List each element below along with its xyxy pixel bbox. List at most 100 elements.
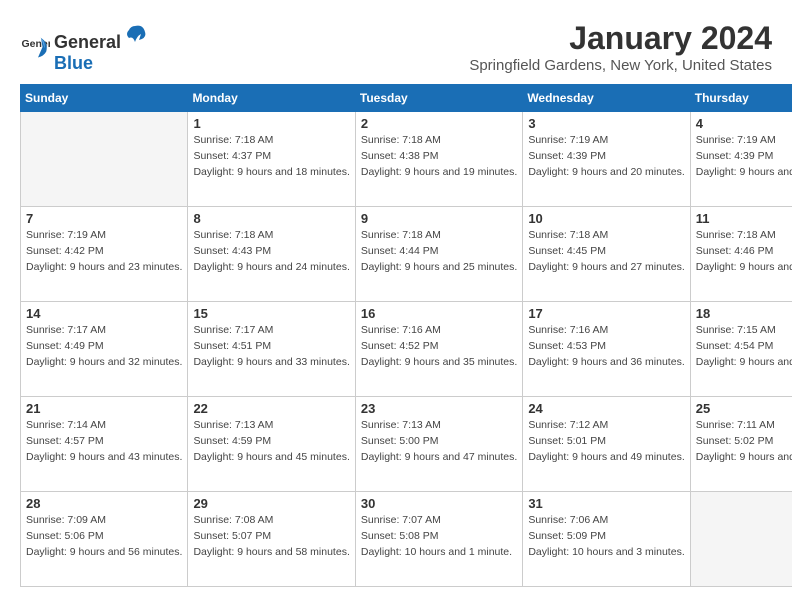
cell-info: Sunrise: 7:16 AM Sunset: 4:53 PM Dayligh… xyxy=(528,323,684,370)
daylight-text: Daylight: 9 hours and 35 minutes. xyxy=(361,355,517,371)
calendar-cell xyxy=(21,112,188,207)
daylight-text: Daylight: 9 hours and 32 minutes. xyxy=(26,355,182,371)
calendar-cell: 23 Sunrise: 7:13 AM Sunset: 5:00 PM Dayl… xyxy=(355,397,522,492)
sunrise-text: Sunrise: 7:16 AM xyxy=(528,323,684,339)
daylight-text: Daylight: 9 hours and 20 minutes. xyxy=(528,165,684,181)
sunrise-text: Sunrise: 7:07 AM xyxy=(361,513,517,529)
logo-text-general: General xyxy=(54,32,121,53)
daylight-text: Daylight: 9 hours and 56 minutes. xyxy=(26,545,182,561)
sunrise-text: Sunrise: 7:18 AM xyxy=(361,133,517,149)
cell-info: Sunrise: 7:15 AM Sunset: 4:54 PM Dayligh… xyxy=(696,323,792,370)
calendar-week-4: 28 Sunrise: 7:09 AM Sunset: 5:06 PM Dayl… xyxy=(21,492,792,587)
cell-info: Sunrise: 7:09 AM Sunset: 5:06 PM Dayligh… xyxy=(26,513,182,560)
cell-info: Sunrise: 7:18 AM Sunset: 4:43 PM Dayligh… xyxy=(193,228,349,275)
day-number: 30 xyxy=(361,496,517,511)
sunset-text: Sunset: 4:59 PM xyxy=(193,434,349,450)
day-number: 2 xyxy=(361,116,517,131)
sunset-text: Sunset: 4:46 PM xyxy=(696,244,792,260)
day-number: 16 xyxy=(361,306,517,321)
day-number: 10 xyxy=(528,211,684,226)
calendar-cell: 22 Sunrise: 7:13 AM Sunset: 4:59 PM Dayl… xyxy=(188,397,355,492)
daylight-text: Daylight: 9 hours and 19 minutes. xyxy=(361,165,517,181)
cell-info: Sunrise: 7:18 AM Sunset: 4:37 PM Dayligh… xyxy=(193,133,349,180)
day-header-wednesday: Wednesday xyxy=(523,85,690,112)
sunrise-text: Sunrise: 7:19 AM xyxy=(26,228,182,244)
calendar-cell: 30 Sunrise: 7:07 AM Sunset: 5:08 PM Dayl… xyxy=(355,492,522,587)
title-section: January 2024 Springfield Gardens, New Yo… xyxy=(469,20,772,74)
calendar-cell: 3 Sunrise: 7:19 AM Sunset: 4:39 PM Dayli… xyxy=(523,112,690,207)
day-number: 14 xyxy=(26,306,182,321)
calendar-cell: 24 Sunrise: 7:12 AM Sunset: 5:01 PM Dayl… xyxy=(523,397,690,492)
sunrise-text: Sunrise: 7:13 AM xyxy=(193,418,349,434)
sunset-text: Sunset: 4:52 PM xyxy=(361,339,517,355)
daylight-text: Daylight: 9 hours and 58 minutes. xyxy=(193,545,349,561)
day-number: 29 xyxy=(193,496,349,511)
day-number: 17 xyxy=(528,306,684,321)
sunrise-text: Sunrise: 7:17 AM xyxy=(26,323,182,339)
daylight-text: Daylight: 9 hours and 27 minutes. xyxy=(528,260,684,276)
daylight-text: Daylight: 9 hours and 45 minutes. xyxy=(193,450,349,466)
cell-info: Sunrise: 7:14 AM Sunset: 4:57 PM Dayligh… xyxy=(26,418,182,465)
cell-info: Sunrise: 7:18 AM Sunset: 4:45 PM Dayligh… xyxy=(528,228,684,275)
sunset-text: Sunset: 4:38 PM xyxy=(361,149,517,165)
sunrise-text: Sunrise: 7:11 AM xyxy=(696,418,792,434)
sunrise-text: Sunrise: 7:18 AM xyxy=(528,228,684,244)
sunrise-text: Sunrise: 7:09 AM xyxy=(26,513,182,529)
day-number: 23 xyxy=(361,401,517,416)
sunset-text: Sunset: 5:08 PM xyxy=(361,529,517,545)
cell-info: Sunrise: 7:17 AM Sunset: 4:51 PM Dayligh… xyxy=(193,323,349,370)
calendar-week-1: 7 Sunrise: 7:19 AM Sunset: 4:42 PM Dayli… xyxy=(21,207,792,302)
cell-info: Sunrise: 7:17 AM Sunset: 4:49 PM Dayligh… xyxy=(26,323,182,370)
page-header: General General Blue January 2024 Spring… xyxy=(20,20,772,74)
sunset-text: Sunset: 5:07 PM xyxy=(193,529,349,545)
location-title: Springfield Gardens, New York, United St… xyxy=(469,57,772,74)
calendar-cell: 11 Sunrise: 7:18 AM Sunset: 4:46 PM Dayl… xyxy=(690,207,792,302)
day-number: 8 xyxy=(193,211,349,226)
calendar-cell: 1 Sunrise: 7:18 AM Sunset: 4:37 PM Dayli… xyxy=(188,112,355,207)
calendar-cell: 18 Sunrise: 7:15 AM Sunset: 4:54 PM Dayl… xyxy=(690,302,792,397)
cell-info: Sunrise: 7:12 AM Sunset: 5:01 PM Dayligh… xyxy=(528,418,684,465)
calendar-cell: 8 Sunrise: 7:18 AM Sunset: 4:43 PM Dayli… xyxy=(188,207,355,302)
sunrise-text: Sunrise: 7:18 AM xyxy=(193,228,349,244)
day-header-monday: Monday xyxy=(188,85,355,112)
logo-text-blue: Blue xyxy=(54,53,149,74)
day-number: 22 xyxy=(193,401,349,416)
sunrise-text: Sunrise: 7:17 AM xyxy=(193,323,349,339)
day-number: 25 xyxy=(696,401,792,416)
daylight-text: Daylight: 9 hours and 18 minutes. xyxy=(193,165,349,181)
day-number: 18 xyxy=(696,306,792,321)
day-number: 21 xyxy=(26,401,182,416)
sunrise-text: Sunrise: 7:14 AM xyxy=(26,418,182,434)
daylight-text: Daylight: 10 hours and 3 minutes. xyxy=(528,545,684,561)
sunset-text: Sunset: 4:44 PM xyxy=(361,244,517,260)
daylight-text: Daylight: 9 hours and 20 minutes. xyxy=(696,165,792,181)
cell-info: Sunrise: 7:16 AM Sunset: 4:52 PM Dayligh… xyxy=(361,323,517,370)
sunset-text: Sunset: 4:57 PM xyxy=(26,434,182,450)
sunrise-text: Sunrise: 7:18 AM xyxy=(193,133,349,149)
sunset-text: Sunset: 4:53 PM xyxy=(528,339,684,355)
day-number: 3 xyxy=(528,116,684,131)
sunrise-text: Sunrise: 7:06 AM xyxy=(528,513,684,529)
daylight-text: Daylight: 9 hours and 25 minutes. xyxy=(361,260,517,276)
calendar-table: SundayMondayTuesdayWednesdayThursdayFrid… xyxy=(20,84,792,587)
cell-info: Sunrise: 7:08 AM Sunset: 5:07 PM Dayligh… xyxy=(193,513,349,560)
daylight-text: Daylight: 9 hours and 50 minutes. xyxy=(696,450,792,466)
logo-bird-icon xyxy=(121,20,149,48)
cell-info: Sunrise: 7:18 AM Sunset: 4:38 PM Dayligh… xyxy=(361,133,517,180)
sunset-text: Sunset: 4:51 PM xyxy=(193,339,349,355)
day-number: 31 xyxy=(528,496,684,511)
day-number: 9 xyxy=(361,211,517,226)
day-number: 7 xyxy=(26,211,182,226)
day-number: 1 xyxy=(193,116,349,131)
sunset-text: Sunset: 4:49 PM xyxy=(26,339,182,355)
calendar-cell: 28 Sunrise: 7:09 AM Sunset: 5:06 PM Dayl… xyxy=(21,492,188,587)
daylight-text: Daylight: 9 hours and 38 minutes. xyxy=(696,355,792,371)
calendar-cell: 2 Sunrise: 7:18 AM Sunset: 4:38 PM Dayli… xyxy=(355,112,522,207)
sunset-text: Sunset: 5:09 PM xyxy=(528,529,684,545)
daylight-text: Daylight: 9 hours and 47 minutes. xyxy=(361,450,517,466)
calendar-cell: 15 Sunrise: 7:17 AM Sunset: 4:51 PM Dayl… xyxy=(188,302,355,397)
calendar-week-2: 14 Sunrise: 7:17 AM Sunset: 4:49 PM Dayl… xyxy=(21,302,792,397)
sunrise-text: Sunrise: 7:18 AM xyxy=(696,228,792,244)
sunrise-text: Sunrise: 7:15 AM xyxy=(696,323,792,339)
calendar-week-0: 1 Sunrise: 7:18 AM Sunset: 4:37 PM Dayli… xyxy=(21,112,792,207)
